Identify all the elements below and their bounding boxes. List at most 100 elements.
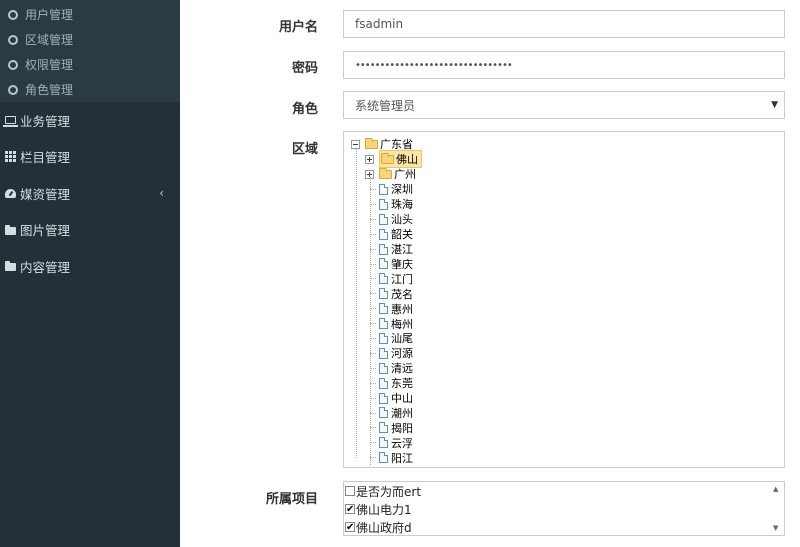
tree-node-leaf[interactable]: 湛江 [379,242,413,257]
tree-node-leaf[interactable]: 中山 [379,391,413,406]
circle-icon [8,84,18,95]
folder-icon [381,152,394,164]
tree-node-leaf[interactable]: 阳江 [379,450,413,465]
project-label: 佛山政府d [356,520,412,535]
tree-node-label: 汕头 [391,213,413,227]
grid-icon [5,151,16,163]
tree-node-label: 佛山 [396,153,418,167]
collapse-icon[interactable] [351,139,360,149]
password-value: •••••••••••••••••••••••••••••••• [355,59,513,71]
role-label: 角色 [291,102,318,117]
sidebar-item-images[interactable]: 图片管理 [0,212,180,249]
tree-node-label: 河源 [391,347,413,361]
file-icon [379,452,388,464]
tree-node-child[interactable]: 广州 [365,167,416,182]
tree-node-leaf[interactable]: 揭阳 [379,420,413,435]
tree-node-leaf[interactable]: 汕头 [379,212,413,227]
file-icon [379,332,388,344]
tree-node-label: 汕尾 [391,332,413,346]
checkbox[interactable]: ✔ [345,522,355,533]
tree-node-leaf[interactable]: 汕尾 [379,331,413,346]
sidebar-item-label: 内容管理 [20,259,71,275]
sidebar-item-label: 权限管理 [25,58,74,72]
dashboard-icon [5,188,16,198]
tree-node-child[interactable]: 佛山 [365,150,422,169]
tree-node-label: 广州 [394,168,416,182]
expand-icon[interactable] [365,154,374,164]
username-label: 用户名 [278,20,318,35]
tree-node-leaf[interactable]: 惠州 [379,301,413,316]
sidebar-item-region-management[interactable]: 区域管理 [0,27,180,52]
sidebar-item-label: 图片管理 [20,223,71,239]
tree-node-leaf[interactable]: 梅州 [379,316,413,331]
tree-node-label: 揭阳 [391,421,413,435]
file-icon [379,362,388,374]
tree-node-label: 潮州 [391,406,413,420]
tree-node-label: 茂名 [391,287,413,301]
folder-icon [5,224,16,235]
sidebar-item-label: 栏目管理 [20,150,71,166]
folder-icon [5,261,16,272]
username-input[interactable]: fsadmin [343,10,785,38]
chevron-left-icon[interactable]: ‹ [159,186,164,200]
tree-node-label: 韶关 [391,228,413,242]
tree-node-leaf[interactable]: 清远 [379,361,413,376]
tree-node-label: 云浮 [391,436,413,450]
tree-node-label: 湛江 [391,243,413,257]
tree-node-leaf[interactable]: 云浮 [379,435,413,450]
sidebar-item-label: 区域管理 [25,33,74,47]
projects-list[interactable]: 是否为而ert ✔ 佛山电力1 ✔ 佛山政府d ▲ ▼ [343,481,785,536]
sidebar: 用户管理 区域管理 权限管理 角色管理 业务管理 栏目管理 媒资管理 ‹ 图片管… [0,0,180,547]
folder-icon [365,137,378,149]
file-icon [379,437,388,449]
checkbox[interactable] [345,486,355,496]
tree-node-leaf[interactable]: 江门 [379,271,413,286]
file-icon [379,183,388,195]
project-label: 佛山电力1 [356,502,412,517]
sidebar-item-content[interactable]: 内容管理 [0,248,180,285]
sidebar-item-business[interactable]: 业务管理 [0,102,180,139]
tree-node-label: 梅州 [391,317,413,331]
role-select[interactable]: 系统管理员 ▼ [343,91,785,119]
list-item[interactable]: ✔ 佛山电力1 [344,500,784,518]
circle-icon [8,34,18,45]
scrollbar[interactable]: ▲ ▼ [770,482,784,535]
file-icon [379,318,388,330]
region-label: 区域 [291,142,318,157]
password-label: 密码 [291,61,318,76]
tree-node-label: 东莞 [391,377,413,391]
checkbox[interactable]: ✔ [345,504,355,515]
file-icon [379,243,388,255]
sidebar-item-user-management[interactable]: 用户管理 [0,2,180,27]
sidebar-item-media[interactable]: 媒资管理 ‹ [0,175,180,212]
tree-node-label: 肇庆 [391,257,413,271]
region-tree[interactable]: 广东省 佛山 广州 深圳 珠海 汕头 韶关 湛江 肇庆 江门 茂名 惠州 梅州 汕尾 河源 清远 东莞 中山… [343,131,785,468]
list-item[interactable]: 是否为而ert [344,482,784,500]
tree-node-leaf[interactable]: 深圳 [379,182,413,197]
tree-node-label: 深圳 [391,183,413,197]
sidebar-item-columns[interactable]: 栏目管理 [0,139,180,176]
sidebar-item-role-management[interactable]: 角色管理 [0,77,180,102]
file-icon [379,303,388,315]
tree-node-leaf[interactable]: 东莞 [379,376,413,391]
tree-node-leaf[interactable]: 珠海 [379,197,413,212]
tree-node-leaf[interactable]: 茂名 [379,286,413,301]
sidebar-item-label: 角色管理 [25,83,74,97]
username-value: fsadmin [355,17,404,31]
password-input[interactable]: •••••••••••••••••••••••••••••••• [343,51,785,79]
tree-node-leaf[interactable]: 河源 [379,346,413,361]
circle-icon [8,59,18,70]
scroll-down-icon[interactable]: ▼ [773,524,778,532]
tree-node-label: 中山 [391,392,413,406]
scroll-up-icon[interactable]: ▲ [773,485,778,493]
file-icon [379,273,388,285]
sidebar-item-permission-management[interactable]: 权限管理 [0,52,180,77]
tree-node-leaf[interactable]: 肇庆 [379,257,413,272]
laptop-icon [3,116,18,128]
tree-node-leaf[interactable]: 韶关 [379,227,413,242]
tree-node-leaf[interactable]: 潮州 [379,406,413,421]
projects-label: 所属项目 [265,492,318,507]
list-item[interactable]: ✔ 佛山政府d [344,518,784,535]
tree-node-label: 惠州 [391,302,413,316]
file-icon [379,392,388,404]
